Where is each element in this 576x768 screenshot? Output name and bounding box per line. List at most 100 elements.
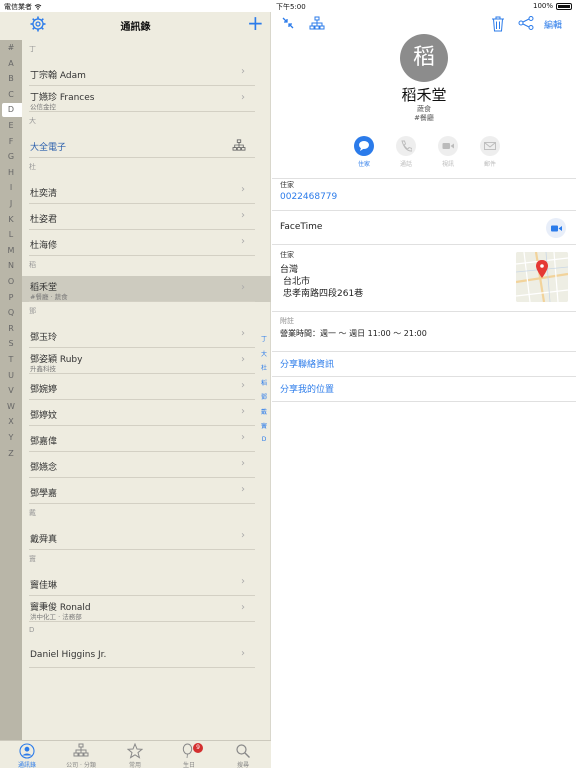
index-letter[interactable]: L bbox=[0, 230, 22, 239]
index-letter[interactable]: H bbox=[0, 168, 22, 177]
chevron-right-icon: › bbox=[241, 354, 245, 365]
contact-row[interactable]: 竇秉俊 Ronald 洪中化工 · 法務部 › bbox=[22, 596, 271, 622]
facetime-button[interactable] bbox=[546, 218, 566, 238]
contact-row[interactable]: 鄧嬿念 › bbox=[22, 452, 271, 478]
index-letter[interactable]: X bbox=[0, 417, 22, 426]
index-letter[interactable]: E bbox=[0, 121, 22, 130]
phone-number-link[interactable]: 0022468779 bbox=[280, 192, 337, 202]
index-letter[interactable]: D bbox=[0, 105, 22, 114]
index-letter[interactable]: Z bbox=[0, 449, 22, 458]
section-index-item[interactable]: D bbox=[258, 436, 270, 443]
index-letter[interactable]: S bbox=[0, 339, 22, 348]
company-row[interactable]: 大全電子 bbox=[22, 132, 271, 158]
chevron-right-icon: › bbox=[241, 406, 245, 417]
index-letter[interactable]: T bbox=[0, 355, 22, 364]
contact-row[interactable]: 稻禾堂 #餐廳 · 蔬食 › bbox=[22, 276, 271, 302]
row-divider bbox=[29, 111, 255, 112]
tab-star[interactable]: 常用 bbox=[108, 743, 162, 768]
row-divider bbox=[29, 157, 255, 158]
tab-person[interactable]: 通訊錄 bbox=[0, 743, 54, 768]
org-chart-icon bbox=[73, 743, 89, 757]
contact-row[interactable]: 杜奕清 › bbox=[22, 178, 271, 204]
alphabet-index[interactable]: # A B C D E F G H I J K L M N O P Q R S T U V W X Y Z bbox=[0, 40, 22, 768]
chevron-right-icon: › bbox=[241, 458, 245, 469]
contact-name: Daniel Higgins Jr. bbox=[30, 650, 107, 660]
action-phone[interactable]: 通話 bbox=[391, 136, 421, 168]
contact-row[interactable]: 戴舜真 › bbox=[22, 524, 271, 550]
contact-row[interactable]: 鄧婷妏 › bbox=[22, 400, 271, 426]
tab-balloon[interactable]: 生日 9 bbox=[162, 743, 216, 768]
index-letter[interactable]: Y bbox=[0, 433, 22, 442]
index-letter[interactable]: F bbox=[0, 137, 22, 146]
collapse-arrows-icon[interactable] bbox=[281, 16, 295, 30]
contact-row[interactable]: 鄧玉玲 › bbox=[22, 322, 271, 348]
contact-name: 丁宗翰 Adam bbox=[30, 71, 86, 81]
contact-row[interactable]: 鄧嘉偉 › bbox=[22, 426, 271, 452]
action-video[interactable]: 視訊 bbox=[433, 136, 463, 168]
section-index-item[interactable]: 丁 bbox=[258, 334, 270, 343]
address-street[interactable]: 忠孝南路四段261巷 bbox=[283, 286, 363, 299]
contact-name: 鄧嬿念 bbox=[30, 463, 58, 473]
section-index-item[interactable]: 戴 bbox=[258, 407, 270, 416]
contact-row[interactable]: 杜姿君 › bbox=[22, 204, 271, 230]
contact-name: 戴舜真 bbox=[30, 535, 58, 545]
person-icon bbox=[19, 743, 35, 759]
share-location-button[interactable]: 分享我的位置 bbox=[280, 382, 334, 395]
contact-row[interactable]: 竇佳琳 › bbox=[22, 570, 271, 596]
share-contact-button[interactable]: 分享聯絡資訊 bbox=[280, 357, 334, 370]
section-index-item[interactable]: 杜 bbox=[258, 363, 270, 372]
contact-row[interactable]: 鄧姿穎 Ruby 升鑫科技 › bbox=[22, 348, 271, 374]
section-index-item[interactable]: 大 bbox=[258, 349, 270, 358]
action-mail[interactable]: 郵件 bbox=[475, 136, 505, 168]
index-letter[interactable]: O bbox=[0, 277, 22, 286]
index-letter[interactable]: G bbox=[0, 152, 22, 161]
index-letter[interactable]: B bbox=[0, 74, 22, 83]
tab-org-chart[interactable]: 公司 · 分類 bbox=[54, 743, 108, 768]
action-message[interactable]: 住家 bbox=[349, 136, 379, 168]
org-chart-icon[interactable] bbox=[309, 16, 325, 30]
contact-row[interactable]: 鄧婉婷 › bbox=[22, 374, 271, 400]
clock: 下午5:00 bbox=[276, 3, 306, 11]
map-pin-icon bbox=[516, 252, 568, 302]
index-letter[interactable]: P bbox=[0, 293, 22, 302]
index-letter[interactable]: V bbox=[0, 386, 22, 395]
action-label: 視訊 bbox=[441, 161, 454, 168]
contact-name: 杜奕清 bbox=[30, 189, 58, 199]
index-letter[interactable]: U bbox=[0, 371, 22, 380]
index-letter[interactable]: # bbox=[0, 43, 22, 52]
section-index-item[interactable]: 竇 bbox=[258, 421, 270, 430]
notification-badge: 9 bbox=[193, 743, 203, 753]
index-letter[interactable]: C bbox=[0, 90, 22, 99]
divider bbox=[272, 376, 576, 377]
trash-icon[interactable] bbox=[491, 16, 505, 32]
section-index-item[interactable]: 鄧 bbox=[258, 392, 270, 401]
index-letter[interactable]: Q bbox=[0, 308, 22, 317]
contact-row[interactable]: 杜海修 › bbox=[22, 230, 271, 256]
index-letter[interactable]: A bbox=[0, 59, 22, 68]
index-letter[interactable]: J bbox=[0, 199, 22, 208]
row-divider bbox=[29, 549, 255, 550]
index-letter[interactable]: M bbox=[0, 246, 22, 255]
map-thumbnail[interactable] bbox=[516, 252, 568, 302]
contact-name: 杜姿君 bbox=[30, 215, 58, 225]
chevron-right-icon: › bbox=[241, 328, 245, 339]
index-letter[interactable]: I bbox=[0, 183, 22, 192]
add-contact-button[interactable]: + bbox=[247, 13, 264, 33]
index-letter[interactable]: K bbox=[0, 215, 22, 224]
index-letter[interactable]: R bbox=[0, 324, 22, 333]
contact-row[interactable]: 丁嬿珍 Frances 公信金控 › bbox=[22, 86, 271, 112]
edit-button[interactable]: 編輯 bbox=[544, 18, 562, 31]
org-chart-icon[interactable] bbox=[232, 139, 246, 151]
divider bbox=[272, 210, 576, 211]
index-letter[interactable]: N bbox=[0, 261, 22, 270]
status-bar: 電信業者 下午5:00 100% bbox=[0, 0, 576, 12]
section-index-item[interactable]: 稻 bbox=[258, 378, 270, 387]
contact-row[interactable]: 鄧學嘉 › bbox=[22, 478, 271, 504]
tab-search[interactable]: 搜尋 bbox=[216, 743, 270, 768]
contact-row[interactable]: Daniel Higgins Jr. › bbox=[22, 642, 271, 668]
facetime-label: FaceTime bbox=[280, 222, 323, 232]
action-circle bbox=[438, 136, 458, 156]
share-nodes-icon[interactable] bbox=[518, 16, 534, 30]
contact-row[interactable]: 丁宗翰 Adam › bbox=[22, 60, 271, 86]
index-letter[interactable]: W bbox=[0, 402, 22, 411]
